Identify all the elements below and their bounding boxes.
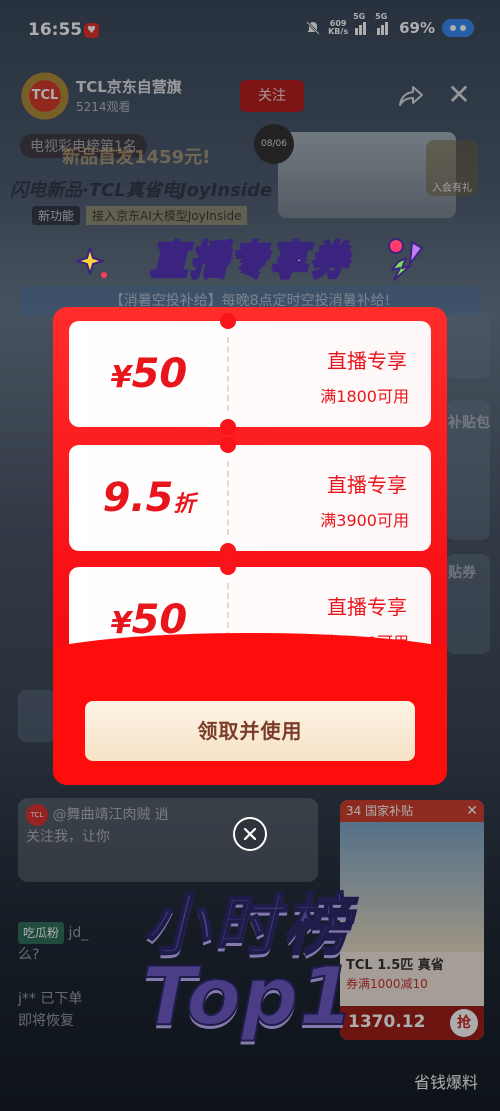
close-icon <box>243 827 257 841</box>
coupon-type: 直播专享 <box>327 595 407 619</box>
coupon-condition: 满1800可用 <box>320 387 409 406</box>
coupon-card[interactable]: 9.5折 直播专享 满3900可用 <box>69 437 431 559</box>
claim-and-use-button[interactable]: 领取并使用 <box>85 701 415 761</box>
modal-title: 直播专享券 <box>149 236 350 282</box>
coupon-type: 直播专享 <box>327 473 407 497</box>
coupon-amount: ¥50 <box>110 351 188 397</box>
coupon-amount: 9.5折 <box>102 475 196 521</box>
coupon-card[interactable]: ¥50 直播专享 满1800可用 <box>69 313 431 435</box>
exclamation-icon <box>388 238 423 281</box>
coupon-type: 直播专享 <box>327 349 407 373</box>
modal-close-button[interactable] <box>233 817 267 851</box>
coupon-condition: 满3900可用 <box>320 511 409 530</box>
coupon-modal: ¥50 直播专享 满1800可用 9.5折 直播专享 满3900可用 ¥50 直… <box>53 307 447 785</box>
